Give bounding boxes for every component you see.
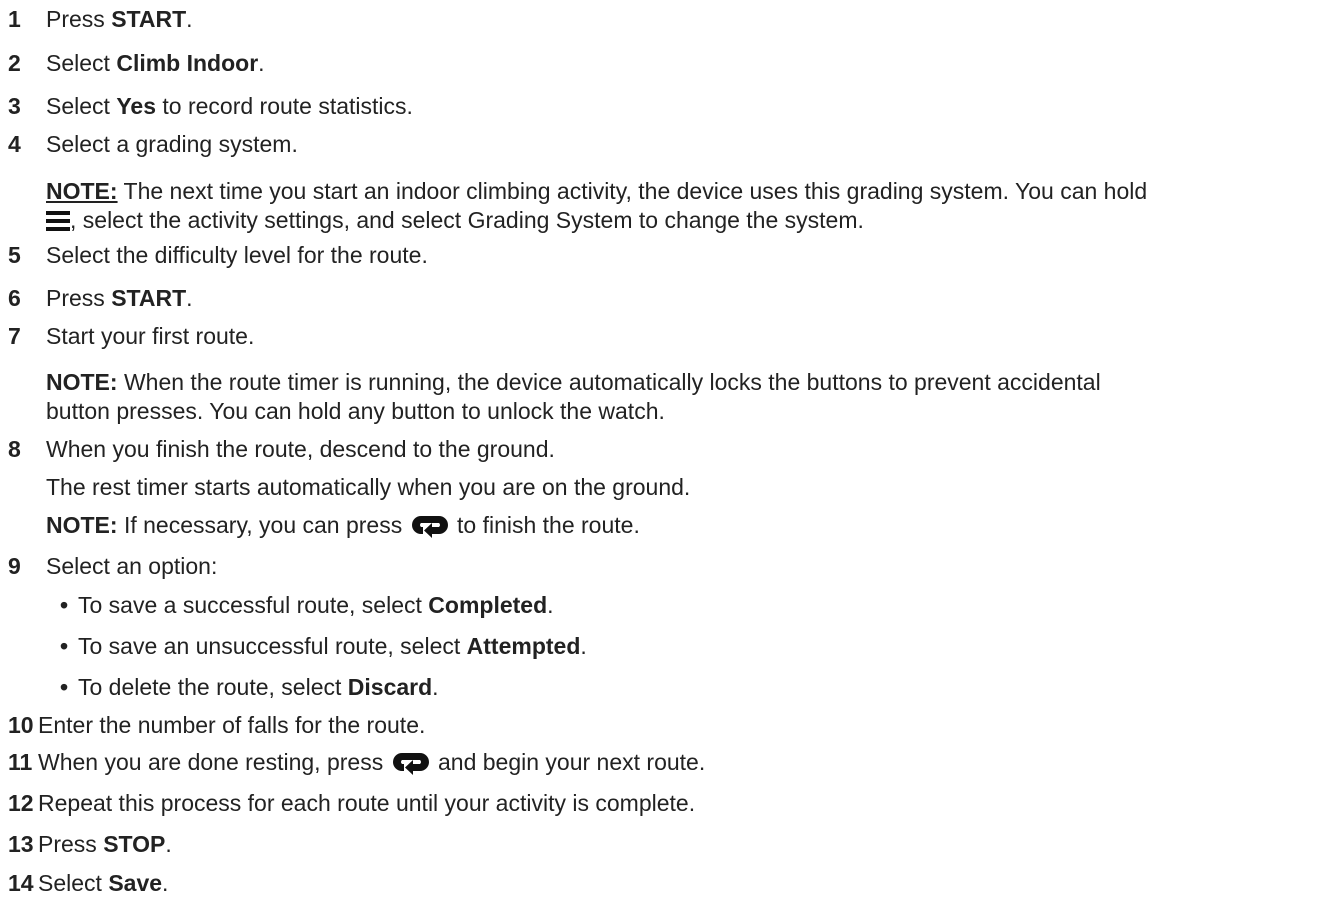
step-text: Press START.	[46, 6, 193, 32]
step-number: 8	[8, 436, 21, 462]
lap-icon	[411, 516, 448, 538]
step-number: 3	[8, 93, 21, 119]
step-number: 1	[8, 6, 21, 32]
step-number: 10	[8, 712, 34, 738]
step-number: 2	[8, 50, 21, 76]
step-number: 11	[8, 749, 33, 775]
step-text: Enter the number of falls for the route.	[38, 712, 426, 738]
note-label: NOTE:	[46, 512, 118, 538]
step-text: Start your first route.	[46, 323, 255, 349]
step-number: 13	[8, 831, 34, 857]
note-text: When the route timer is running, the dev…	[117, 369, 1101, 395]
note-text: If necessary, you can press	[117, 512, 409, 538]
step-text: and begin your next route.	[431, 749, 706, 775]
step-text: When you are done resting, press	[38, 749, 390, 775]
detail-text: The rest timer starts automatically when…	[46, 474, 691, 500]
step-text: When you finish the route, descend to th…	[46, 436, 555, 462]
step-text: Select a grading system.	[46, 131, 298, 157]
step-text: Press START.	[46, 285, 193, 311]
step-number: 9	[8, 553, 21, 579]
step-number: 6	[8, 285, 21, 311]
step-text: Repeat this process for each route until…	[38, 790, 696, 816]
step-number: 7	[8, 323, 21, 349]
lap-icon	[392, 753, 429, 775]
bullet-icon: •	[60, 633, 69, 659]
bullet-icon: •	[60, 592, 69, 618]
instructions-page: 1 Press START. 2 Select Climb Indoor. 3 …	[8, 6, 1148, 896]
note-text: , select the activity settings, and sele…	[70, 207, 864, 233]
step-number: 4	[8, 131, 21, 157]
bullet-icon: •	[60, 674, 69, 700]
note-text: button presses. You can hold any button …	[46, 398, 665, 424]
note-label: NOTE:	[46, 178, 118, 204]
step-text: Select Climb Indoor.	[46, 50, 265, 76]
note-text: to finish the route.	[450, 512, 640, 538]
step-number: 12	[8, 790, 34, 816]
menu-icon	[46, 211, 70, 231]
step-text: Select an option:	[46, 553, 218, 579]
step-text: Select the difficulty level for the rout…	[46, 242, 428, 268]
note-text: The next time you start an indoor climbi…	[117, 178, 1148, 204]
note-label: NOTE:	[46, 369, 118, 395]
step-number: 14	[8, 870, 34, 896]
step-text: Select Yes to record route statistics.	[46, 93, 413, 119]
step-number: 5	[8, 242, 21, 268]
